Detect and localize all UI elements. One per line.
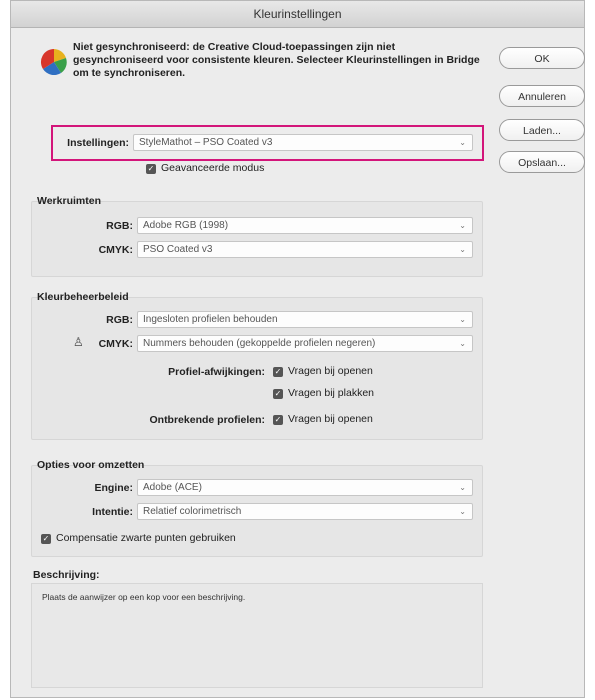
color-wheel-icon <box>40 48 67 76</box>
color-settings-dialog: Kleurinstellingen Niet gesynchroniseerd:… <box>10 0 585 698</box>
intent-select[interactable]: Relatief colorimetrisch ⌄ <box>137 503 473 520</box>
workspace-cmyk-label: CMYK: <box>98 244 133 256</box>
missing-profiles-label: Ontbrekende profielen: <box>149 414 265 426</box>
chevron-down-icon: ⌄ <box>459 315 466 324</box>
load-button[interactable]: Laden... <box>499 119 585 141</box>
sync-warning-message: Niet gesynchroniseerd: de Creative Cloud… <box>73 41 480 79</box>
cancel-button[interactable]: Annuleren <box>499 85 585 107</box>
workspaces-title: Werkruimten <box>37 195 101 207</box>
mismatch-ask-open-checkbox[interactable]: ✓ <box>273 367 283 377</box>
chevron-down-icon: ⌄ <box>459 245 466 254</box>
chevron-down-icon: ⌄ <box>459 507 466 516</box>
workspaces-group <box>31 201 483 277</box>
black-point-compensation-label: Compensatie zwarte punten gebruiken <box>56 532 236 544</box>
policy-cmyk-label: CMYK: <box>98 338 133 350</box>
engine-select[interactable]: Adobe (ACE) ⌄ <box>137 479 473 496</box>
save-button[interactable]: Opslaan... <box>499 151 585 173</box>
workspace-rgb-label: RGB: <box>106 220 133 232</box>
mismatch-ask-open-label: Vragen bij openen <box>288 365 373 377</box>
ok-button[interactable]: OK <box>499 47 585 69</box>
profile-mismatch-label: Profiel-afwijkingen: <box>168 366 265 378</box>
workspace-cmyk-value: PSO Coated v3 <box>143 244 213 255</box>
policy-rgb-label: RGB: <box>106 314 133 326</box>
description-box: Plaats de aanwijzer op een kop voor een … <box>31 583 483 688</box>
policy-cmyk-select[interactable]: Nummers behouden (gekoppelde profielen n… <box>137 335 473 352</box>
engine-label: Engine: <box>94 482 134 494</box>
chevron-down-icon: ⌄ <box>459 221 466 230</box>
conversion-title: Opties voor omzetten <box>37 459 145 471</box>
window-title: Kleurinstellingen <box>11 1 584 28</box>
policy-rgb-select[interactable]: Ingesloten profielen behouden ⌄ <box>137 311 473 328</box>
policy-rgb-value: Ingesloten profielen behouden <box>143 314 278 325</box>
advanced-mode-label: Geavanceerde modus <box>161 162 265 174</box>
intent-value: Relatief colorimetrisch <box>143 506 242 517</box>
mismatch-ask-paste-checkbox[interactable]: ✓ <box>273 389 283 399</box>
missing-ask-open-checkbox[interactable]: ✓ <box>273 415 283 425</box>
advanced-mode-checkbox[interactable]: ✓ <box>146 164 156 174</box>
black-point-compensation-checkbox[interactable]: ✓ <box>41 534 51 544</box>
missing-ask-open-label: Vragen bij openen <box>288 413 373 425</box>
workspace-rgb-select[interactable]: Adobe RGB (1998) ⌄ <box>137 217 473 234</box>
chevron-down-icon: ⌄ <box>459 483 466 492</box>
mismatch-ask-paste-label: Vragen bij plakken <box>288 387 374 399</box>
settings-highlight <box>51 125 484 161</box>
chevron-down-icon: ⌄ <box>459 339 466 348</box>
workspace-cmyk-select[interactable]: PSO Coated v3 ⌄ <box>137 241 473 258</box>
description-text: Plaats de aanwijzer op een kop voor een … <box>42 592 246 602</box>
engine-value: Adobe (ACE) <box>143 482 202 493</box>
description-title: Beschrijving: <box>33 569 100 581</box>
policies-title: Kleurbeheerbeleid <box>37 291 129 303</box>
policy-cmyk-value: Nummers behouden (gekoppelde profielen n… <box>143 338 376 349</box>
workspace-rgb-value: Adobe RGB (1998) <box>143 220 229 231</box>
intent-label: Intentie: <box>92 506 133 518</box>
